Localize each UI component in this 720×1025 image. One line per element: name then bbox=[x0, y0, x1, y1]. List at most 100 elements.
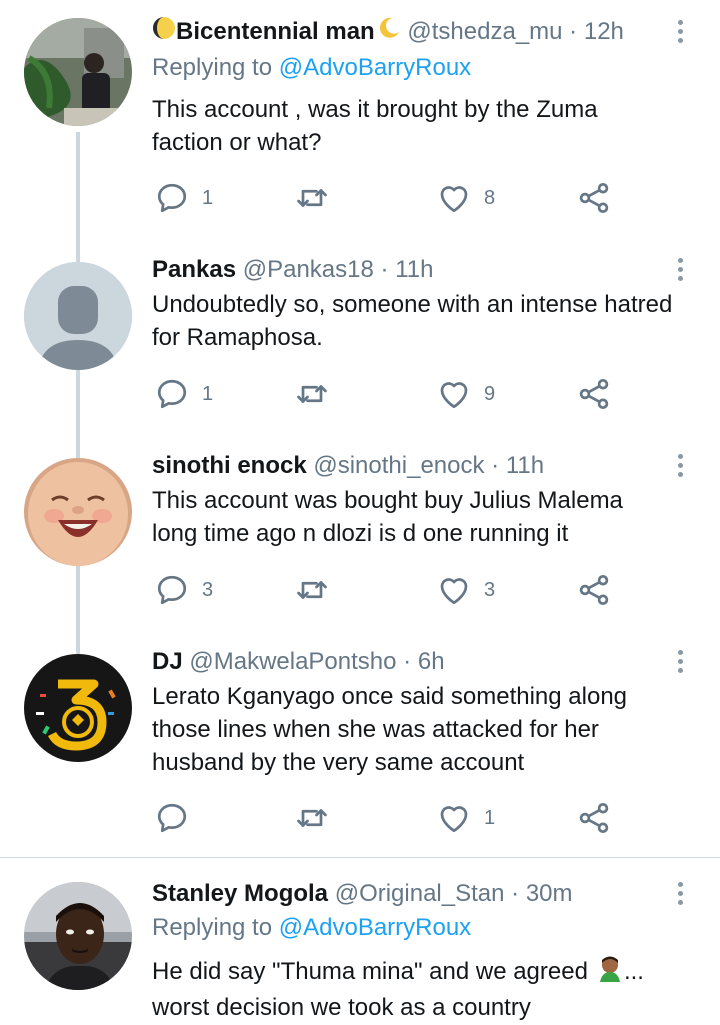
reply-icon bbox=[157, 183, 187, 213]
thread-line bbox=[76, 370, 80, 452]
tweet-actions: 1 9 bbox=[152, 374, 622, 414]
tweet-text-line-1-suffix: ... bbox=[623, 957, 644, 985]
retweet-button[interactable] bbox=[294, 374, 342, 414]
tweet-text-line-2: worst decision we took as a country bbox=[152, 994, 531, 1021]
more-options-icon[interactable] bbox=[676, 258, 684, 288]
tweet-1[interactable]: Bicentennial man @tshedza_mu · 12h Reply… bbox=[0, 0, 720, 256]
reply-button[interactable]: 1 bbox=[154, 374, 213, 414]
tweet-3[interactable]: sinothi enock @sinothi_enock · 11h This … bbox=[0, 446, 720, 648]
yellow-half-moon-icon bbox=[152, 13, 176, 53]
reply-button[interactable]: 1 bbox=[154, 178, 213, 218]
tweet-header: DJ @MakwelaPontsho · 6h bbox=[152, 642, 445, 682]
tweet-actions: 1 8 bbox=[152, 178, 622, 218]
like-count: 1 bbox=[484, 806, 496, 829]
replying-to-handle-link[interactable]: @AdvoBarryRoux bbox=[279, 54, 471, 81]
user-handle[interactable]: @MakwelaPontsho bbox=[189, 648, 396, 675]
reply-count: 3 bbox=[202, 578, 214, 601]
like-count: 8 bbox=[484, 186, 496, 209]
tweet-text-line-1-text: He did say "Thuma mina" and we agreed bbox=[152, 957, 588, 985]
avatar-bicentennial-man[interactable] bbox=[24, 18, 132, 126]
display-name[interactable]: Stanley Mogola bbox=[152, 880, 328, 907]
replying-to-handle-link[interactable]: @AdvoBarryRoux bbox=[279, 914, 471, 941]
share-icon bbox=[579, 379, 609, 409]
tweet-time[interactable]: 6h bbox=[418, 648, 445, 675]
separator-dot: · bbox=[491, 452, 500, 479]
share-icon bbox=[579, 803, 609, 833]
tweet-actions: 3 3 bbox=[152, 570, 622, 610]
like-button[interactable]: 9 bbox=[436, 374, 495, 414]
share-button[interactable] bbox=[576, 570, 612, 610]
like-button[interactable]: 3 bbox=[436, 570, 495, 610]
like-button[interactable]: 8 bbox=[436, 178, 495, 218]
like-count: 3 bbox=[484, 578, 496, 601]
avatar-sinothi-enock[interactable] bbox=[24, 458, 132, 566]
display-name[interactable]: sinothi enock bbox=[152, 452, 307, 479]
retweet-button[interactable] bbox=[294, 798, 342, 838]
separator-dot: · bbox=[403, 648, 412, 675]
avatar-stanley-mogola[interactable] bbox=[24, 882, 132, 990]
heart-icon bbox=[440, 382, 468, 409]
display-name[interactable]: Bicentennial man bbox=[176, 18, 375, 45]
tweet-header: Pankas @Pankas18 · 11h bbox=[152, 250, 433, 290]
replying-label: Replying to bbox=[152, 54, 273, 81]
thread-line bbox=[76, 446, 80, 458]
retweet-icon bbox=[297, 809, 327, 827]
separator-dot: · bbox=[380, 256, 389, 283]
thread-line bbox=[76, 642, 80, 654]
retweet-icon bbox=[297, 581, 327, 599]
tweet-text: This account , was it brought by the Zum… bbox=[152, 96, 598, 156]
separator-dot: · bbox=[569, 18, 578, 45]
display-name[interactable]: DJ bbox=[152, 648, 183, 675]
tweet-actions: 1 bbox=[152, 798, 622, 838]
avatar-dj-logo[interactable] bbox=[24, 654, 132, 762]
thread-line bbox=[76, 132, 80, 256]
heart-icon bbox=[440, 806, 468, 833]
retweet-icon bbox=[297, 189, 327, 207]
tweet-5[interactable]: Stanley Mogola @Original_Stan · 30m Repl… bbox=[0, 872, 720, 1025]
user-handle[interactable]: @Pankas18 bbox=[243, 256, 374, 283]
share-button[interactable] bbox=[576, 178, 612, 218]
man-facepalming-emoji bbox=[596, 954, 624, 991]
reply-count: 1 bbox=[202, 186, 214, 209]
thread-line bbox=[76, 566, 80, 648]
replying-label: Replying to bbox=[152, 914, 273, 941]
reply-icon bbox=[157, 575, 187, 605]
thread-divider bbox=[0, 857, 720, 858]
reply-icon bbox=[157, 803, 187, 833]
reply-count: 1 bbox=[202, 382, 214, 405]
tweet-4[interactable]: DJ @MakwelaPontsho · 6h Lerato Kganyago … bbox=[0, 642, 720, 856]
tweet-text: He did say "Thuma mina" and we agreed ..… bbox=[152, 954, 700, 1024]
share-button[interactable] bbox=[576, 374, 612, 414]
display-name[interactable]: Pankas bbox=[152, 256, 236, 283]
tweet-time[interactable]: 30m bbox=[526, 880, 573, 907]
user-handle[interactable]: @sinothi_enock bbox=[313, 452, 484, 479]
heart-icon bbox=[440, 578, 468, 605]
thread-line bbox=[76, 250, 80, 262]
share-icon bbox=[579, 575, 609, 605]
tweet-time[interactable]: 12h bbox=[584, 18, 624, 45]
share-button[interactable] bbox=[576, 798, 612, 838]
avatar-pankas-default[interactable] bbox=[24, 262, 132, 370]
replying-to: Replying to @AdvoBarryRoux bbox=[152, 914, 471, 942]
reply-button[interactable] bbox=[154, 798, 202, 838]
more-options-icon[interactable] bbox=[676, 650, 684, 680]
like-button[interactable]: 1 bbox=[436, 798, 495, 838]
more-options-icon[interactable] bbox=[676, 882, 684, 912]
reply-button[interactable]: 3 bbox=[154, 570, 213, 610]
tweet-time[interactable]: 11h bbox=[506, 452, 544, 479]
more-options-icon[interactable] bbox=[676, 20, 684, 50]
tweet-2[interactable]: Pankas @Pankas18 · 11h Undoubtedly so, s… bbox=[0, 250, 720, 452]
like-count: 9 bbox=[484, 382, 496, 405]
tweet-text: Lerato Kganyago once said something alon… bbox=[152, 683, 628, 776]
separator-dot: · bbox=[511, 880, 520, 907]
retweet-button[interactable] bbox=[294, 570, 342, 610]
more-options-icon[interactable] bbox=[676, 454, 684, 484]
tweet-time[interactable]: 11h bbox=[395, 256, 433, 283]
reply-icon bbox=[157, 379, 187, 409]
heart-icon bbox=[440, 186, 468, 213]
user-handle[interactable]: @tshedza_mu bbox=[407, 18, 562, 45]
replying-to: Replying to @AdvoBarryRoux bbox=[152, 54, 471, 82]
user-handle[interactable]: @Original_Stan bbox=[335, 880, 505, 907]
retweet-button[interactable] bbox=[294, 178, 342, 218]
crescent-moon-icon bbox=[377, 13, 401, 53]
